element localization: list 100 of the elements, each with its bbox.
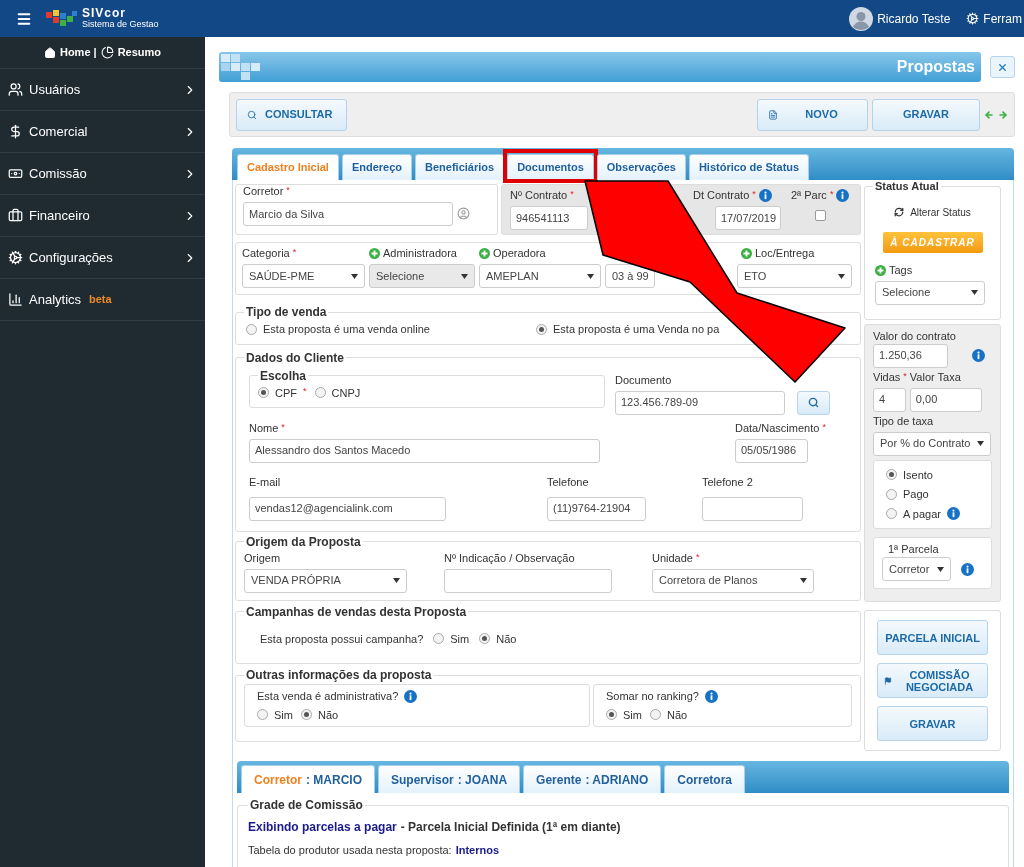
field-label: Nome (249, 420, 279, 436)
text-field[interactable]: Marcio da Silva (243, 202, 453, 226)
sidebar-item[interactable]: Usuários (0, 69, 205, 111)
caret-icon (393, 578, 400, 583)
tab[interactable]: Supervisor : JOANA (378, 765, 521, 793)
avatar-icon[interactable] (849, 6, 874, 31)
select-field[interactable]: AMEPLAN (479, 264, 601, 288)
status-action[interactable]: Alterar Status (910, 204, 971, 220)
add-icon[interactable] (479, 248, 490, 259)
tools-menu[interactable]: Ferram (983, 9, 1022, 28)
tab[interactable]: Documentos (507, 154, 594, 180)
select-field[interactable]: SAÚDE-PME (242, 264, 365, 288)
radio-label: Esta proposta é uma venda online (263, 322, 430, 337)
required-mark: * (281, 420, 285, 434)
text-field[interactable]: 05/05/1986 (735, 438, 808, 463)
info-icon[interactable] (404, 689, 418, 703)
text-field[interactable]: Alessandro dos Santos Macedo (249, 438, 600, 463)
add-icon[interactable] (875, 264, 886, 276)
user-icon[interactable] (457, 207, 470, 220)
text-field[interactable]: 17/07/2019 (715, 206, 781, 230)
text-field[interactable]: 4 (873, 387, 906, 412)
info-icon[interactable] (758, 189, 772, 202)
select-field[interactable]: Corretor (882, 557, 951, 581)
sidebar-item[interactable]: Financeiro (0, 195, 205, 237)
select-field[interactable]: Selecione (875, 280, 985, 305)
info-icon[interactable] (961, 562, 974, 576)
radio-button[interactable] (300, 709, 312, 721)
field-label: Documento (615, 372, 672, 388)
document-icon (768, 109, 778, 120)
action-button[interactable]: PARCELA INICIAL (877, 620, 988, 655)
add-icon[interactable] (741, 248, 752, 259)
text-field[interactable]: 0,00 (909, 387, 982, 412)
tab[interactable]: Gerente : ADRIANO (523, 765, 662, 793)
select-field[interactable]: Por % do Contrato (873, 431, 991, 456)
menu-icon[interactable] (16, 10, 32, 27)
field-label: Tipo de taxa (873, 413, 934, 429)
radio-button[interactable] (886, 488, 897, 500)
radio-button[interactable] (246, 323, 257, 335)
radio-button[interactable] (606, 709, 617, 721)
summary-link[interactable]: Resumo (117, 44, 162, 61)
field-label: Telefone 2 (702, 474, 753, 490)
radio-button[interactable] (649, 709, 661, 721)
toolbar-button[interactable]: CONSULTAR (236, 98, 347, 131)
action-button[interactable]: COMISSÃO NEGOCIADA (877, 663, 988, 698)
radio-button[interactable] (886, 508, 897, 520)
toolbar-button[interactable]: GRAVAR (872, 98, 980, 131)
select-field[interactable]: ETO (737, 264, 852, 288)
sidebar-item[interactable]: Configurações (0, 237, 205, 279)
toolbar-button[interactable]: NOVO (757, 98, 868, 131)
radio-button[interactable] (314, 387, 326, 399)
tab[interactable]: Corretora (664, 765, 745, 793)
search-icon (247, 109, 257, 120)
info-icon[interactable] (972, 349, 985, 362)
info-icon[interactable] (836, 189, 850, 202)
field-label: Unidade (652, 550, 693, 566)
radio-button[interactable] (536, 323, 547, 335)
radio-button[interactable] (886, 469, 897, 481)
sidebar-item[interactable]: Comissão (0, 153, 205, 195)
tab[interactable]: Observações (596, 154, 686, 180)
tab[interactable]: Endereço (341, 154, 413, 180)
radio-label: Esta proposta é uma Venda no pa (553, 322, 720, 337)
dollar-icon (8, 124, 23, 139)
status-badge: À CADASTRAR (882, 231, 983, 253)
tab[interactable]: Corretor : MARCIO (241, 765, 375, 793)
text-field[interactable]: 1.250,36 (873, 343, 948, 368)
close-icon (997, 61, 1008, 73)
text-field[interactable]: 123.456.789-09 (615, 390, 785, 415)
text-field[interactable]: 946541113 (510, 206, 588, 230)
select-field[interactable]: 03 à 99 (605, 264, 655, 288)
pie-chart-icon[interactable] (100, 46, 114, 59)
caret-icon (977, 441, 984, 446)
text-field[interactable]: (11)9764-21904 (547, 496, 646, 521)
radio-button[interactable] (257, 709, 268, 721)
select-field[interactable]: VENDA PRÓPRIA (244, 568, 407, 593)
select-field[interactable]: Corretora de Planos (652, 568, 814, 593)
settings-icon[interactable] (966, 12, 980, 25)
search-button[interactable] (797, 390, 830, 415)
tab[interactable]: Beneficiários (415, 154, 505, 180)
sidebar-item[interactable]: Comercial (0, 111, 205, 153)
info-icon[interactable] (946, 507, 960, 521)
home-icon[interactable] (43, 46, 56, 59)
refresh-icon[interactable] (894, 207, 905, 217)
caret-icon (800, 578, 807, 583)
text-field[interactable] (702, 496, 803, 521)
action-button[interactable]: GRAVAR (877, 706, 988, 741)
tab[interactable]: Histórico de Status (688, 154, 810, 180)
user-name[interactable]: Ricardo Teste (877, 9, 951, 28)
checkbox[interactable] (814, 210, 826, 221)
radio-label: Pago (903, 487, 929, 502)
info-icon[interactable] (704, 689, 718, 703)
home-link[interactable]: Home | (59, 44, 97, 61)
radio-button[interactable] (433, 633, 445, 645)
field-label: Corretor (243, 184, 284, 200)
text-field[interactable] (444, 568, 612, 593)
close-button[interactable] (990, 56, 1015, 78)
text-field[interactable]: vendas12@agencialink.com (249, 496, 446, 521)
field-label: Categoria (242, 246, 290, 262)
sidebar-item[interactable]: Analytics beta (0, 279, 205, 321)
radio-button[interactable] (479, 633, 491, 645)
radio-button[interactable] (258, 387, 269, 399)
